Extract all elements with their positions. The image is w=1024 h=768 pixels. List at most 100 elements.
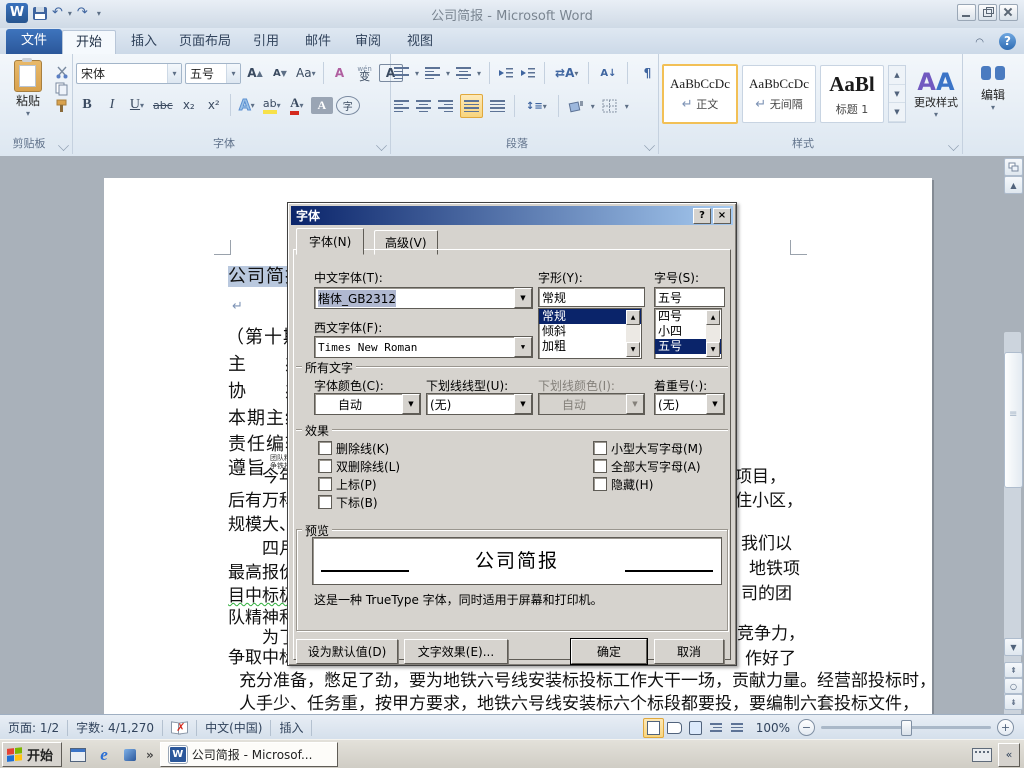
- doc-line[interactable]: 竞争力，: [737, 619, 805, 644]
- proofing-errors-icon[interactable]: ✗: [171, 721, 188, 734]
- font-size-combo[interactable]: 五号 ▾: [185, 62, 241, 84]
- zoom-slider-handle[interactable]: [901, 720, 912, 736]
- zoom-in-icon[interactable]: +: [997, 719, 1014, 736]
- scroll-down-icon[interactable]: ▼: [1004, 638, 1023, 656]
- doc-line[interactable]: 地铁项: [749, 554, 800, 579]
- doc-line[interactable]: 遵旨: [228, 454, 266, 480]
- highlight-button[interactable]: ab ▾: [261, 94, 283, 116]
- doc-line[interactable]: 规模大、: [228, 510, 296, 535]
- next-page-icon[interactable]: ⇟: [1004, 694, 1023, 710]
- subscript-checkbox[interactable]: [318, 495, 332, 509]
- doc-line[interactable]: 充分准备，憋足了劲，要为地铁六号线安装标投标工作大干一场，贡献力量。经营部投标时…: [239, 666, 936, 691]
- zoom-out-icon[interactable]: −: [798, 719, 815, 736]
- copy-icon[interactable]: [55, 82, 69, 96]
- numbering-icon[interactable]: [425, 65, 441, 81]
- editing-button[interactable]: 编辑 ▾: [973, 64, 1013, 112]
- checkbox-label[interactable]: 全部大写字母(A): [611, 458, 701, 475]
- help-icon[interactable]: ?: [999, 33, 1016, 50]
- text-effects-dialog-button[interactable]: 文字效果(E)...: [404, 639, 508, 664]
- enclose-characters-button[interactable]: 字: [335, 95, 360, 115]
- increase-indent-icon[interactable]: [520, 66, 536, 80]
- tab-mailings[interactable]: 邮件: [292, 30, 344, 54]
- doc-line[interactable]: 后有万科: [228, 486, 296, 511]
- cut-icon[interactable]: [55, 65, 69, 79]
- insert-mode-indicator[interactable]: 插入: [279, 719, 303, 736]
- checkbox-label[interactable]: 删除线(K): [336, 440, 389, 457]
- align-left-icon[interactable]: [394, 98, 409, 114]
- align-center-icon[interactable]: [416, 98, 431, 114]
- styles-dialog-launcher-icon[interactable]: [948, 140, 959, 151]
- checkbox-label[interactable]: 小型大写字母(M): [611, 440, 703, 457]
- style-gallery-down-icon[interactable]: ▼: [889, 85, 905, 104]
- font-size-dropdown-icon[interactable]: ▾: [226, 63, 240, 83]
- scroll-up-icon[interactable]: ▲: [1004, 176, 1023, 194]
- multilevel-list-icon[interactable]: [456, 65, 472, 81]
- scroll-down-icon[interactable]: ▼: [706, 342, 720, 357]
- chinese-font-combo[interactable]: 楷体_GB2312 ▼: [314, 287, 533, 309]
- superscript-checkbox[interactable]: [318, 477, 332, 491]
- tab-view[interactable]: 视图: [394, 30, 446, 54]
- character-shading-button[interactable]: A: [310, 96, 333, 114]
- tab-page-layout[interactable]: 页面布局: [166, 30, 244, 54]
- dialog-tab-font[interactable]: 字体(N): [296, 228, 365, 255]
- style-gallery-scrollbar[interactable]: ▲ ▼ ▼: [888, 65, 906, 123]
- clear-formatting-button[interactable]: A: [329, 62, 351, 84]
- western-font-dropdown-icon[interactable]: ▼: [514, 337, 532, 357]
- style-card-normal[interactable]: AaBbCcDc ↵ 正文: [662, 64, 738, 124]
- hidden-checkbox[interactable]: [593, 477, 607, 491]
- tab-insert[interactable]: 插入: [118, 30, 170, 54]
- borders-icon[interactable]: [602, 99, 618, 113]
- cancel-button[interactable]: 取消: [654, 639, 724, 664]
- shading-icon[interactable]: [568, 99, 584, 113]
- format-painter-icon[interactable]: [55, 99, 69, 113]
- tab-review[interactable]: 审阅: [342, 30, 394, 54]
- font-dialog-launcher-icon[interactable]: [376, 140, 387, 151]
- doc-line[interactable]: 司的团: [741, 579, 792, 604]
- paste-dropdown-icon[interactable]: ▾: [26, 109, 30, 118]
- doc-line[interactable]: 人手少、任务重，按甲方要求，地铁六号线安装标六个标段都要投，要编制六套投标文件，: [239, 689, 919, 714]
- restore-button[interactable]: [978, 4, 997, 21]
- dialog-title-bar[interactable]: 字体 ? ×: [291, 206, 733, 225]
- quick-launch-overflow-icon[interactable]: »: [146, 748, 154, 762]
- zoom-slider[interactable]: [821, 720, 991, 736]
- paragraph-dialog-launcher-icon[interactable]: [644, 140, 655, 151]
- tray-collapse-button[interactable]: «: [998, 742, 1020, 767]
- reading-view-icon[interactable]: [664, 718, 685, 738]
- emphasis-dropdown-icon[interactable]: ▼: [706, 394, 724, 414]
- ruler-toggle-icon[interactable]: [1004, 158, 1023, 176]
- collapse-ribbon-icon[interactable]: ◠: [975, 37, 984, 48]
- font-style-list-scrollbar[interactable]: ▲ ▼: [626, 310, 640, 357]
- scroll-down-icon[interactable]: ▼: [626, 342, 640, 357]
- word-count[interactable]: 字数: 4/1,270: [76, 719, 154, 736]
- line-spacing-icon[interactable]: ↕≡ ▾: [524, 95, 549, 117]
- underline-style-combo[interactable]: (无) ▼: [426, 393, 533, 415]
- font-style-list[interactable]: 常规 倾斜 加粗 ▲ ▼: [538, 308, 642, 359]
- distribute-icon[interactable]: [490, 98, 505, 114]
- chinese-font-dropdown-icon[interactable]: ▼: [514, 288, 532, 308]
- italic-button[interactable]: I: [101, 94, 123, 116]
- bullets-icon[interactable]: [394, 65, 409, 81]
- double-strikethrough-checkbox[interactable]: [318, 459, 332, 473]
- set-default-button[interactable]: 设为默认值(D): [296, 639, 398, 664]
- grow-font-button[interactable]: A ▲: [244, 62, 266, 84]
- style-gallery-up-icon[interactable]: ▲: [889, 66, 905, 85]
- start-button[interactable]: 开始: [2, 742, 63, 767]
- style-gallery-more-icon[interactable]: ▼: [889, 103, 905, 123]
- western-font-combo[interactable]: Times New Roman ▼: [314, 336, 533, 358]
- minimize-button[interactable]: [957, 4, 976, 21]
- font-color-combo[interactable]: 自动 ▼: [314, 393, 421, 415]
- checkbox-label[interactable]: 上标(P): [336, 476, 377, 493]
- asian-layout-icon[interactable]: ⇄A ▾: [553, 62, 580, 84]
- taskbar-item-word[interactable]: W 公司简报 - Microsof...: [159, 742, 338, 767]
- font-style-field[interactable]: 常规: [538, 287, 645, 307]
- underline-style-dropdown-icon[interactable]: ▼: [514, 394, 532, 414]
- dialog-help-icon[interactable]: ?: [693, 207, 711, 224]
- strikethrough-button[interactable]: abc: [151, 94, 175, 116]
- tab-references[interactable]: 引用: [240, 30, 292, 54]
- scroll-up-icon[interactable]: ▲: [626, 310, 640, 325]
- outline-view-icon[interactable]: [706, 718, 727, 738]
- doc-line[interactable]: 最高报价: [228, 558, 296, 583]
- keyboard-layout-icon[interactable]: [972, 747, 992, 762]
- tab-file[interactable]: 文件: [6, 29, 63, 54]
- checkbox-label[interactable]: 双删除线(L): [336, 458, 400, 475]
